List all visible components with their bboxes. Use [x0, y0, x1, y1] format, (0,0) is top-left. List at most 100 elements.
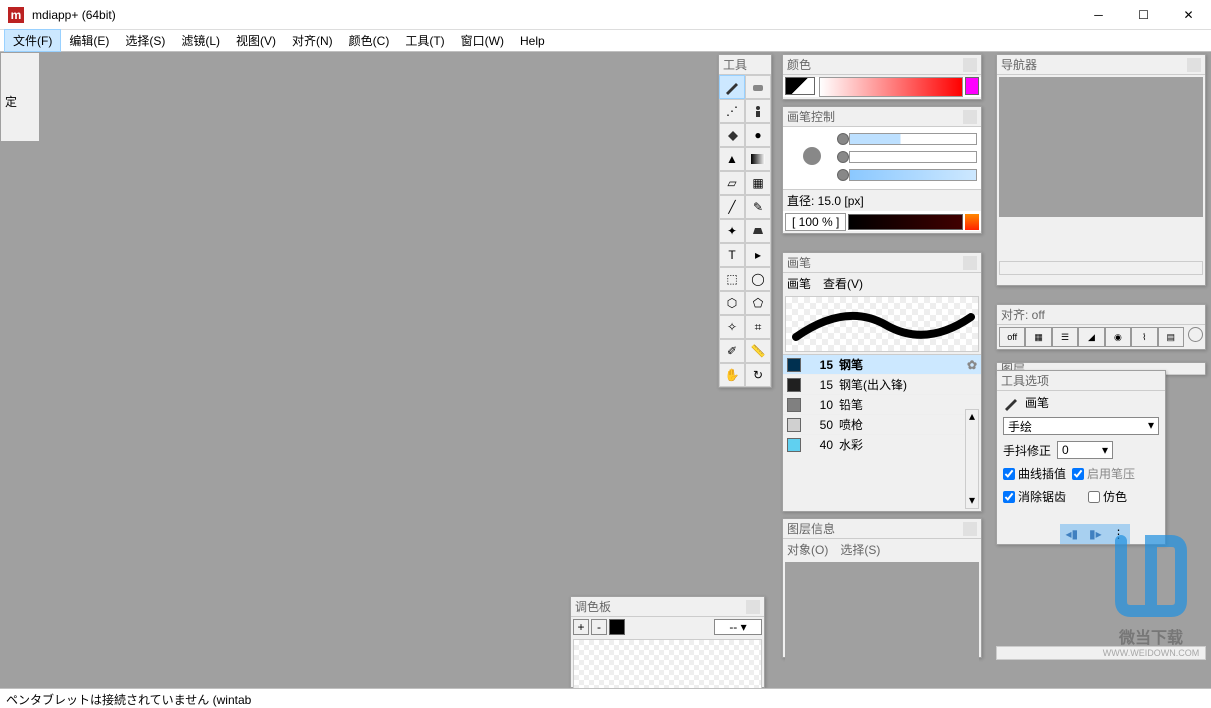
- layer-info-panel: 图层信息 对象(O) 选择(S): [782, 518, 982, 658]
- align-persp[interactable]: ◢: [1078, 327, 1104, 347]
- tool-move[interactable]: ▸: [745, 243, 771, 267]
- tool-crop[interactable]: ⌗: [745, 315, 771, 339]
- tool-mesh[interactable]: ▦: [745, 171, 771, 195]
- watermark: 微当下载 WWW.WEIDOWN.COM: [1101, 521, 1201, 658]
- align-radial[interactable]: ◉: [1105, 327, 1131, 347]
- tool-line[interactable]: ╱: [719, 195, 745, 219]
- opacity-slider[interactable]: [848, 214, 963, 230]
- tool-shape[interactable]: ▲: [719, 147, 745, 171]
- nav-close[interactable]: [1187, 58, 1201, 72]
- palette-panel: 调色板 + - -- ▾: [570, 596, 765, 688]
- align-grid[interactable]: ▦: [1025, 327, 1051, 347]
- pressure-check[interactable]: 启用笔压: [1072, 465, 1135, 482]
- tool-pen[interactable]: [719, 75, 745, 99]
- brush-scrollbar[interactable]: ▴▾: [965, 409, 979, 509]
- brush-slider-3[interactable]: [849, 169, 977, 181]
- menu-view[interactable]: 视图(V): [228, 30, 284, 51]
- tool-perspective[interactable]: ▱: [719, 171, 745, 195]
- color-title: 颜色: [787, 56, 811, 73]
- layerinfo-object[interactable]: 对象(O): [787, 541, 828, 558]
- tool-eyedrop[interactable]: ✐: [719, 339, 745, 363]
- align-hatch[interactable]: ▤: [1158, 327, 1184, 347]
- tool-wand2[interactable]: ✧: [719, 315, 745, 339]
- brushctrl-close[interactable]: [963, 110, 977, 124]
- menu-help[interactable]: Help: [512, 32, 553, 50]
- layerinfo-select[interactable]: 选择(S): [840, 541, 880, 558]
- palette-remove[interactable]: -: [591, 619, 607, 635]
- frame-prev[interactable]: ◂▮: [1065, 527, 1078, 541]
- gear-icon[interactable]: ✿: [967, 358, 977, 372]
- frame-next[interactable]: ▮▸: [1089, 527, 1102, 541]
- tool-circle[interactable]: ●: [745, 123, 771, 147]
- brush-slider-1[interactable]: [849, 133, 977, 145]
- jitter-select[interactable]: 0▾: [1057, 441, 1113, 459]
- jitter-label: 手抖修正: [1003, 442, 1051, 459]
- tool-pen2[interactable]: ✎: [745, 195, 771, 219]
- brush-item[interactable]: 50喷枪: [783, 415, 981, 435]
- tool-poly-sel[interactable]: ⬠: [745, 291, 771, 315]
- tool-eraser[interactable]: [745, 75, 771, 99]
- align-curve[interactable]: ⌇: [1131, 327, 1157, 347]
- tool-marquee[interactable]: ⬚: [719, 267, 745, 291]
- tool-rotate[interactable]: ↻: [745, 363, 771, 387]
- menu-color[interactable]: 颜色(C): [341, 30, 398, 51]
- brush-slider-2[interactable]: [849, 151, 977, 163]
- menu-window[interactable]: 窗口(W): [453, 30, 512, 51]
- menu-filter[interactable]: 滤镜(L): [173, 30, 228, 51]
- toolopt-title: 工具选项: [1001, 372, 1049, 389]
- menu-align[interactable]: 对齐(N): [284, 30, 341, 51]
- tool-ellipse-sel[interactable]: ◯: [745, 267, 771, 291]
- hue-indicator[interactable]: [965, 77, 979, 95]
- close-button[interactable]: ✕: [1166, 1, 1211, 29]
- palette-add[interactable]: +: [573, 619, 589, 635]
- tool-gradient[interactable]: [745, 147, 771, 171]
- titlebar: m mdiapp+ (64bit) ─ ☐ ✕: [0, 0, 1211, 30]
- navigator-view[interactable]: [999, 77, 1203, 217]
- menu-file[interactable]: 文件(F): [4, 29, 61, 52]
- brush-item[interactable]: 15钢笔✿: [783, 355, 981, 375]
- toolopt-name: 画笔: [1025, 394, 1049, 411]
- fake-check[interactable]: 仿色: [1088, 488, 1127, 505]
- hue-slider[interactable]: [819, 77, 963, 97]
- nav-scroll[interactable]: [999, 261, 1203, 275]
- brush-control-panel: 画笔控制 直径: 15.0 [px] [ 100 % ]: [782, 106, 982, 234]
- brush-item[interactable]: 10铅笔: [783, 395, 981, 415]
- palette-grid[interactable]: [573, 639, 762, 689]
- minimize-button[interactable]: ─: [1076, 1, 1121, 29]
- tool-dots[interactable]: ⋰: [719, 99, 745, 123]
- brush-menu-brush[interactable]: 画笔: [787, 275, 811, 292]
- color-close[interactable]: [963, 58, 977, 72]
- fg-bg-swatch[interactable]: [785, 77, 815, 95]
- opacity-value[interactable]: [ 100 % ]: [785, 213, 846, 231]
- brush-close[interactable]: [963, 256, 977, 270]
- tool-ruler[interactable]: 📏: [745, 339, 771, 363]
- tool-lasso[interactable]: ⬡: [719, 291, 745, 315]
- brush-list: 15钢笔✿ 15钢笔(出入锋) 10铅笔 50喷枪 40水彩: [783, 354, 981, 454]
- antialias-check[interactable]: 消除锯齿: [1003, 488, 1066, 505]
- tool-text[interactable]: T: [719, 243, 745, 267]
- menu-tool[interactable]: 工具(T): [397, 30, 452, 51]
- curve-check[interactable]: 曲线插值: [1003, 465, 1066, 482]
- layerinfo-area: [785, 562, 979, 662]
- tool-bucket[interactable]: [745, 219, 771, 243]
- tool-figure[interactable]: [745, 99, 771, 123]
- menu-select[interactable]: 选择(S): [117, 30, 173, 51]
- layerinfo-close[interactable]: [963, 522, 977, 536]
- palette-close[interactable]: [746, 600, 760, 614]
- brush-item[interactable]: 15钢笔(出入锋): [783, 375, 981, 395]
- maximize-button[interactable]: ☐: [1121, 1, 1166, 29]
- palette-select[interactable]: -- ▾: [714, 619, 762, 635]
- tools-title: 工具: [723, 56, 747, 73]
- align-off[interactable]: off: [999, 327, 1025, 347]
- align-title: 对齐: off: [1001, 306, 1045, 323]
- tool-hand[interactable]: ✋: [719, 363, 745, 387]
- workspace: 工具 ⋰ ● ▲ ▱ ▦ ╱ ✎ ✦ T ▸ ⬚ ◯ ⬡ ⬠ ✧ ⌗ ✐ 📏: [0, 52, 1211, 688]
- palette-swatch[interactable]: [609, 619, 625, 635]
- align-lines[interactable]: ☰: [1052, 327, 1078, 347]
- tool-wand[interactable]: ✦: [719, 219, 745, 243]
- menu-edit[interactable]: 编辑(E): [61, 30, 117, 51]
- brush-item[interactable]: 40水彩: [783, 435, 981, 454]
- tool-fill[interactable]: [719, 123, 745, 147]
- brush-menu-view[interactable]: 查看(V): [823, 275, 863, 292]
- mode-select[interactable]: 手绘▾: [1003, 417, 1159, 435]
